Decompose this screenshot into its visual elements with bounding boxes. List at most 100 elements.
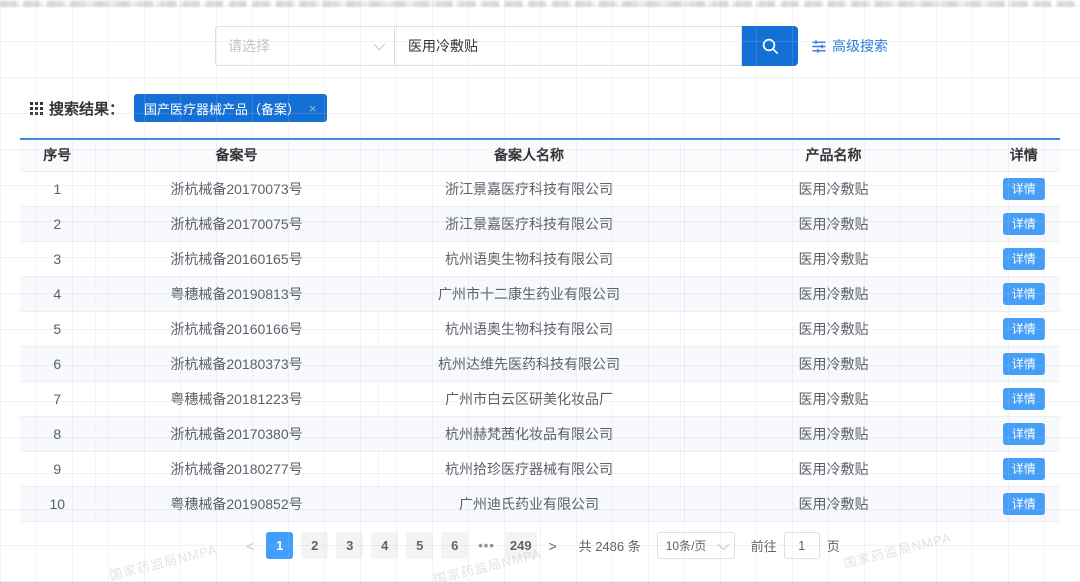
detail-button[interactable]: 详情 bbox=[1002, 247, 1045, 270]
results-label: 搜索结果： bbox=[49, 100, 125, 118]
registrant-name-cell: 杭州达维先医药科技有限公司 bbox=[378, 346, 681, 382]
detail-cell: 详情 bbox=[987, 276, 1060, 312]
table-row: 10 粤穗械备20190852号 广州迪氏药业有限公司 医用冷敷贴 详情 bbox=[20, 486, 1060, 522]
advanced-search-link[interactable]: 高级搜索 bbox=[812, 26, 888, 66]
page-button[interactable]: 4 bbox=[371, 532, 399, 559]
record-number-cell: 浙杭械备20170073号 bbox=[95, 171, 379, 207]
product-name-cell: 医用冷敷贴 bbox=[680, 346, 988, 382]
page-button[interactable]: 249 bbox=[504, 532, 537, 559]
registrant-name-cell: 杭州赫梵茜化妆品有限公司 bbox=[378, 416, 681, 452]
registrant-name-cell: 浙江景嘉医疗科技有限公司 bbox=[378, 171, 681, 207]
results-table: 序号 备案号 备案人名称 产品名称 详情 1 浙杭械备20170073号 浙江景嘉医… bbox=[20, 138, 1060, 522]
product-name-cell: 医用冷敷贴 bbox=[680, 486, 988, 522]
table-row: 8 浙杭械备20170380号 杭州赫梵茜化妆品有限公司 医用冷敷贴 详情 bbox=[20, 416, 1060, 452]
page-button[interactable]: 2 bbox=[301, 532, 329, 559]
filter-tag[interactable]: 国产医疗器械产品（备案） × bbox=[134, 94, 327, 122]
results-header: 搜索结果： 国产医疗器械产品（备案） × bbox=[30, 93, 327, 123]
row-index: 5 bbox=[20, 311, 96, 347]
record-number-cell: 浙杭械备20170075号 bbox=[95, 206, 379, 242]
category-select-placeholder: 请选择 bbox=[228, 38, 270, 54]
detail-button[interactable]: 详情 bbox=[1002, 387, 1045, 410]
table-body: 1 浙杭械备20170073号 浙江景嘉医疗科技有限公司 医用冷敷贴 详情 2 浙杭械备20… bbox=[20, 171, 1060, 522]
row-index: 10 bbox=[20, 486, 96, 522]
column-header-product: 产品名称 bbox=[680, 139, 988, 172]
detail-cell: 详情 bbox=[987, 311, 1060, 347]
tag-close-icon[interactable]: × bbox=[309, 102, 317, 115]
page-size-select[interactable]: 10条/页 bbox=[656, 532, 735, 559]
goto-label: 前往 bbox=[750, 539, 777, 554]
page-button[interactable]: 3 bbox=[336, 532, 364, 559]
column-header-record-no: 备案号 bbox=[95, 139, 379, 172]
registrant-name-cell: 杭州拾珍医疗器械有限公司 bbox=[378, 451, 681, 487]
registrant-name-cell: 杭州语奥生物科技有限公司 bbox=[378, 311, 681, 347]
registrant-name-cell: 广州市白云区研美化妆品厂 bbox=[378, 381, 681, 417]
record-number-cell: 浙杭械备20160166号 bbox=[95, 311, 379, 347]
goto-page-input[interactable] bbox=[783, 532, 820, 559]
record-number-cell: 浙杭械备20180277号 bbox=[95, 451, 379, 487]
row-index: 8 bbox=[20, 416, 96, 452]
detail-button[interactable]: 详情 bbox=[1002, 317, 1045, 340]
filter-tag-label: 国产医疗器械产品（备案） bbox=[144, 101, 301, 117]
table-row: 2 浙杭械备20170075号 浙江景嘉医疗科技有限公司 医用冷敷贴 详情 bbox=[20, 206, 1060, 242]
table-row: 1 浙杭械备20170073号 浙江景嘉医疗科技有限公司 医用冷敷贴 详情 bbox=[20, 171, 1060, 207]
product-name-cell: 医用冷敷贴 bbox=[680, 276, 988, 312]
advanced-search-label: 高级搜索 bbox=[832, 38, 888, 54]
search-button[interactable] bbox=[742, 26, 798, 66]
page-button[interactable]: 5 bbox=[406, 532, 434, 559]
product-name-cell: 医用冷敷贴 bbox=[680, 241, 988, 277]
row-index: 6 bbox=[20, 346, 96, 382]
table-row: 9 浙杭械备20180277号 杭州拾珍医疗器械有限公司 医用冷敷贴 详情 bbox=[20, 451, 1060, 487]
detail-button[interactable]: 详情 bbox=[1002, 457, 1045, 480]
pagination-bar: < 123456 ••• 249 > 共 2486 条 10条/页 前往 页 bbox=[0, 532, 1080, 559]
detail-button[interactable]: 详情 bbox=[1002, 212, 1045, 235]
filter-sliders-icon bbox=[812, 39, 826, 53]
detail-cell: 详情 bbox=[987, 206, 1060, 242]
total-count-label: 共 2486 条 bbox=[578, 539, 641, 554]
search-input[interactable] bbox=[395, 26, 742, 66]
product-name-cell: 医用冷敷贴 bbox=[680, 381, 988, 417]
table-header: 序号 备案号 备案人名称 产品名称 详情 bbox=[20, 139, 1060, 172]
goto-suffix-label: 页 bbox=[826, 539, 840, 554]
row-index: 2 bbox=[20, 206, 96, 242]
registrant-name-cell: 广州市十二康生药业有限公司 bbox=[378, 276, 681, 312]
category-select[interactable]: 请选择 bbox=[215, 26, 395, 66]
record-number-cell: 浙杭械备20180373号 bbox=[95, 346, 379, 382]
record-number-cell: 粤穗械备20181223号 bbox=[95, 381, 379, 417]
record-number-cell: 粤穗械备20190813号 bbox=[95, 276, 379, 312]
column-header-index: 序号 bbox=[20, 139, 96, 172]
record-number-cell: 浙杭械备20170380号 bbox=[95, 416, 379, 452]
detail-cell: 详情 bbox=[987, 486, 1060, 522]
search-results-page: 请选择 高级搜索 搜索结果： 国产医疗器械产品（备案） × bbox=[0, 0, 1080, 582]
page-button[interactable]: 6 bbox=[441, 532, 469, 559]
detail-button[interactable]: 详情 bbox=[1002, 422, 1045, 445]
grid-icon bbox=[30, 101, 43, 115]
page-list: 1 2 3 4 5 6 ••• 249 bbox=[266, 532, 537, 559]
next-page-button[interactable]: > bbox=[543, 538, 563, 554]
detail-button[interactable]: 详情 bbox=[1002, 282, 1045, 305]
page-button[interactable]: 1 bbox=[266, 532, 294, 559]
column-header-registrant: 备案人名称 bbox=[378, 139, 681, 172]
search-icon bbox=[761, 37, 780, 56]
row-index: 7 bbox=[20, 381, 96, 417]
table-row: 5 浙杭械备20160166号 杭州语奥生物科技有限公司 医用冷敷贴 详情 bbox=[20, 311, 1060, 347]
prev-page-button[interactable]: < bbox=[240, 538, 260, 554]
chevron-down-icon bbox=[717, 538, 729, 550]
page-size-value: 10条/页 bbox=[665, 539, 707, 553]
row-index: 3 bbox=[20, 241, 96, 277]
product-name-cell: 医用冷敷贴 bbox=[680, 311, 988, 347]
detail-button[interactable]: 详情 bbox=[1002, 177, 1045, 200]
table-row: 3 浙杭械备20160165号 杭州语奥生物科技有限公司 医用冷敷贴 详情 bbox=[20, 241, 1060, 277]
product-name-cell: 医用冷敷贴 bbox=[680, 451, 988, 487]
more-pages-icon[interactable]: ••• bbox=[476, 538, 497, 553]
table-row: 6 浙杭械备20180373号 杭州达维先医药科技有限公司 医用冷敷贴 详情 bbox=[20, 346, 1060, 382]
registrant-name-cell: 广州迪氏药业有限公司 bbox=[378, 486, 681, 522]
row-index: 1 bbox=[20, 171, 96, 207]
registrant-name-cell: 杭州语奥生物科技有限公司 bbox=[378, 241, 681, 277]
goto-page-group: 前往 页 bbox=[751, 532, 840, 559]
detail-cell: 详情 bbox=[987, 346, 1060, 382]
detail-cell: 详情 bbox=[987, 171, 1060, 207]
product-name-cell: 医用冷敷贴 bbox=[680, 171, 988, 207]
table-row: 4 粤穗械备20190813号 广州市十二康生药业有限公司 医用冷敷贴 详情 bbox=[20, 276, 1060, 312]
detail-button[interactable]: 详情 bbox=[1002, 352, 1045, 375]
detail-button[interactable]: 详情 bbox=[1002, 492, 1045, 515]
